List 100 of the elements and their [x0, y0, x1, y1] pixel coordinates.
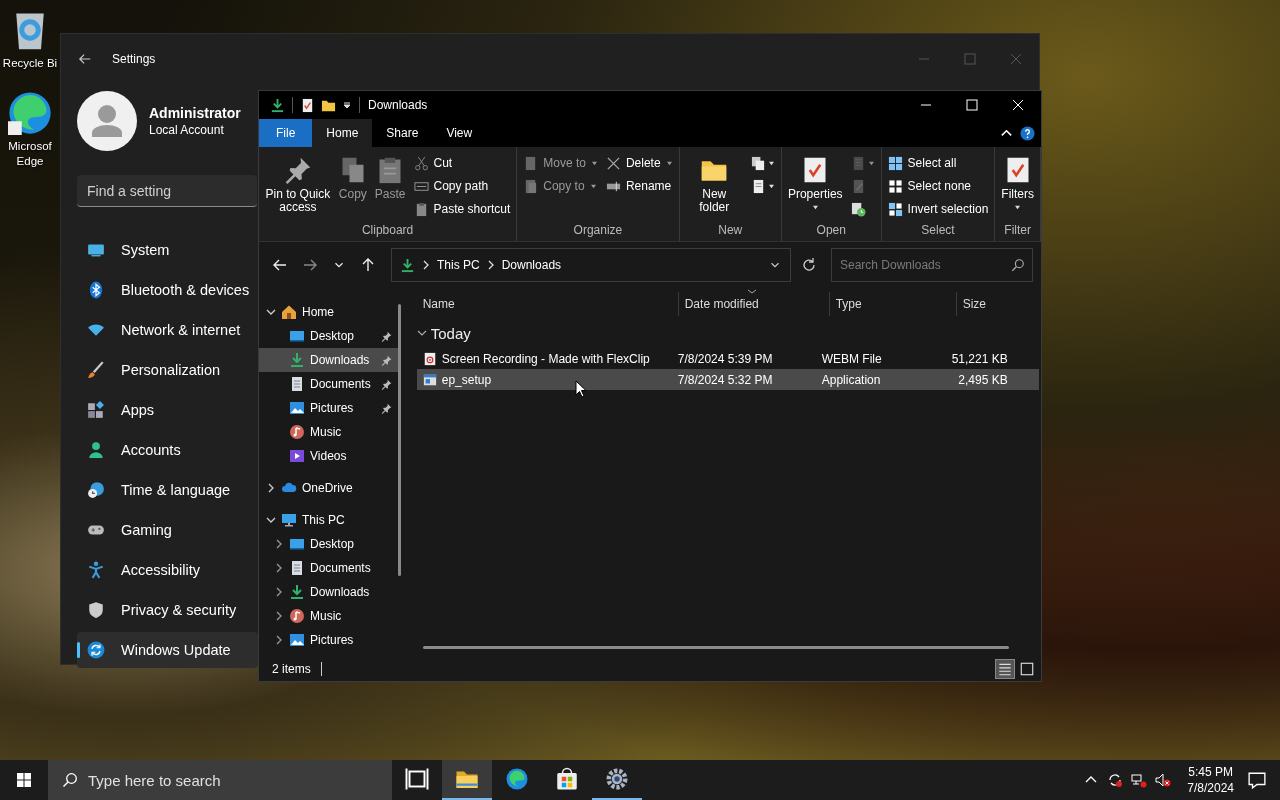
ribbon-button[interactable]: Select none — [884, 175, 992, 197]
breadcrumb[interactable]: This PC — [437, 258, 480, 272]
scissors-icon — [413, 155, 429, 171]
file-row[interactable]: Screen Recording - Made with FlexClip 7/8/2024 5:39 PM WEBM File 51,221 KB — [416, 348, 1039, 369]
navigation-item[interactable]: Desktop — [259, 532, 398, 556]
navigation-item[interactable]: Downloads — [259, 348, 398, 372]
ribbon-button[interactable]: Select all — [884, 152, 992, 174]
navigation-item[interactable]: This PC — [259, 508, 398, 532]
ribbon-tab[interactable]: File — [259, 119, 313, 147]
settings-nav-item[interactable]: Privacy & security — [77, 592, 258, 628]
navigation-item[interactable]: OneDrive — [259, 476, 398, 500]
column-header[interactable]: Name — [416, 292, 679, 316]
settings-nav-item[interactable]: Apps — [77, 392, 258, 428]
ribbon-button[interactable]: Invert selection — [884, 198, 992, 220]
navigation-item[interactable]: Home — [259, 300, 398, 324]
ribbon-tab[interactable]: Share — [372, 119, 433, 147]
column-header[interactable]: Size — [956, 292, 1039, 316]
ribbon-group-label: Open — [815, 222, 847, 239]
caret-icon — [811, 205, 819, 210]
ribbon-tab[interactable]: Home — [312, 119, 373, 147]
navigation-item[interactable]: Music — [259, 420, 398, 444]
desktop-icon-label[interactable]: Recycle Bi — [1, 56, 59, 71]
search-field[interactable]: Find a setting — [77, 175, 257, 207]
scrollbar[interactable] — [422, 646, 1009, 649]
caret-icon[interactable] — [342, 100, 352, 110]
chevron-icon[interactable] — [274, 635, 284, 645]
settings-nav-item[interactable]: Personalization — [77, 352, 258, 388]
edge-icon[interactable] — [8, 91, 52, 135]
taskbar-app-button[interactable] — [442, 760, 492, 800]
windows-start-icon[interactable] — [16, 772, 32, 788]
ribbon-button[interactable]: Pin to Quick access — [262, 152, 334, 218]
apps-icon — [87, 401, 105, 419]
search-field[interactable]: Search Downloads — [831, 248, 1033, 282]
gear-icon — [605, 767, 629, 791]
ribbon-button[interactable]: Properties — [784, 152, 846, 214]
desktop-icon-label[interactable]: Microsof Edge — [1, 139, 59, 169]
settings-nav-item[interactable]: Bluetooth & devices — [77, 272, 258, 308]
help-icon[interactable] — [1020, 125, 1035, 141]
navigation-item[interactable]: Music — [259, 604, 398, 628]
sync-icon[interactable] — [1107, 772, 1124, 788]
settings-nav-item[interactable]: Gaming — [77, 512, 258, 548]
notification-icon[interactable] — [1248, 771, 1266, 789]
delete-icon — [605, 155, 621, 171]
ribbon-button[interactable]: Paste shortcut — [410, 198, 514, 220]
clock[interactable]: 5:45 PM 7/8/2024 — [1187, 764, 1234, 796]
column-header[interactable]: Date modified — [678, 292, 830, 316]
application-icon — [422, 372, 437, 387]
chevron-icon[interactable] — [274, 539, 284, 549]
file-row[interactable]: ep_setup 7/8/2024 5:32 PM Application 2,495 KB — [416, 369, 1039, 390]
network-icon[interactable] — [1131, 772, 1148, 788]
download-icon[interactable] — [270, 97, 285, 113]
navigation-label: Documents — [310, 561, 371, 575]
chevron-icon[interactable] — [266, 515, 276, 525]
navigation-item[interactable]: Documents — [259, 372, 398, 396]
document-icon — [523, 178, 539, 194]
chevron-icon[interactable] — [274, 611, 284, 621]
chevron-icon[interactable] — [266, 307, 276, 317]
scrollbar[interactable] — [397, 304, 401, 576]
column-header[interactable]: Type — [829, 292, 957, 316]
address-bar[interactable]: This PC Downloads — [391, 248, 791, 282]
ribbon-button[interactable]: Filters — [998, 152, 1037, 214]
navigation-label: Desktop — [310, 329, 355, 343]
breadcrumb[interactable]: Downloads — [501, 258, 562, 272]
navigation-item[interactable]: Documents — [259, 556, 398, 580]
download-icon — [289, 584, 305, 600]
back-arrow-icon[interactable] — [78, 52, 92, 66]
caret-icon — [590, 160, 598, 166]
properties-icon[interactable] — [300, 97, 315, 113]
navigation-item[interactable]: Pictures — [259, 396, 398, 420]
refresh-icon[interactable] — [801, 257, 817, 273]
navigation-item[interactable]: Videos — [259, 444, 398, 468]
settings-nav-item[interactable]: Network & internet — [77, 312, 258, 348]
settings-nav-item[interactable]: Accounts — [77, 432, 258, 468]
ribbon-tab[interactable]: View — [432, 119, 487, 147]
taskbar-search-field[interactable]: Type here to search — [48, 760, 392, 800]
details-view-button[interactable] — [995, 659, 1015, 679]
ribbon-button[interactable]: Delete — [602, 152, 676, 174]
navigation-label: This PC — [302, 513, 345, 527]
settings-nav-item[interactable]: System — [77, 232, 258, 268]
navigation-item[interactable]: Downloads — [259, 580, 398, 604]
speaker-muted-icon[interactable] — [1155, 772, 1172, 788]
group-header[interactable]: Today — [416, 318, 1039, 348]
navigation-label: Music — [310, 609, 342, 623]
chevron-icon[interactable] — [274, 563, 284, 573]
navigation-item[interactable]: Pictures — [259, 628, 398, 652]
ribbon-group-label: Clipboard — [360, 222, 415, 239]
navigation-item[interactable]: Desktop — [259, 324, 398, 348]
select-none-icon — [887, 178, 903, 194]
chevron-right-icon — [422, 260, 430, 270]
window-title: Settings — [112, 52, 156, 66]
settings-nav-item[interactable]: Windows Update — [77, 632, 258, 668]
chevron-icon[interactable] — [274, 587, 284, 597]
settings-nav-item[interactable]: Accessibility — [77, 552, 258, 588]
navigation-label: Videos — [310, 449, 347, 463]
ribbon-button[interactable]: Rename — [602, 175, 676, 197]
ribbon-button[interactable]: Copy path — [410, 175, 514, 197]
chevron-icon[interactable] — [266, 483, 276, 493]
ribbon-button[interactable]: New folder — [682, 152, 746, 218]
ribbon-button[interactable]: Cut — [410, 152, 514, 174]
settings-nav-item[interactable]: Time & language — [77, 472, 258, 508]
